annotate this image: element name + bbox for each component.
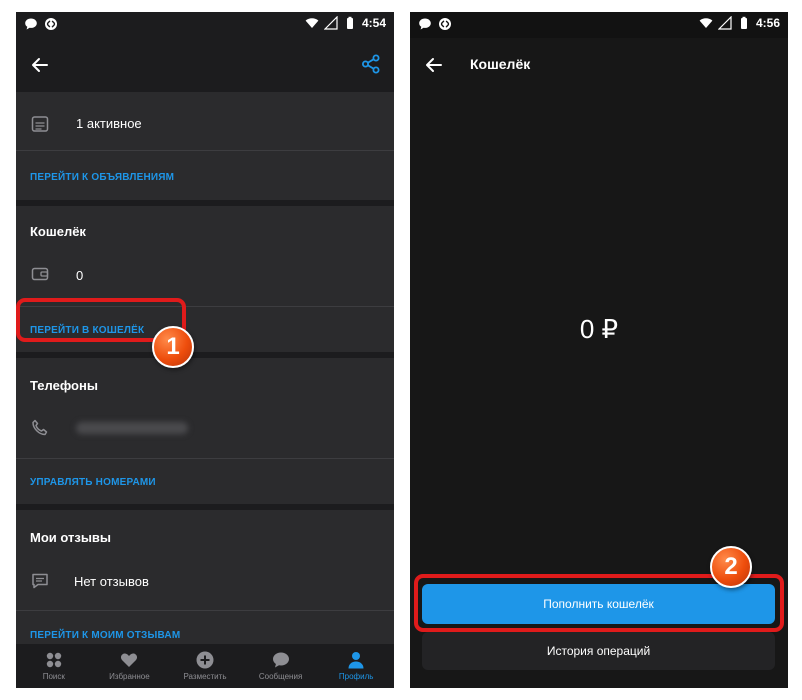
phones-card: Телефоны УПРАВЛЯТЬ НОМЕРАМИ bbox=[16, 358, 394, 504]
shazam-icon bbox=[439, 18, 451, 30]
reviews-value: Нет отзывов bbox=[74, 574, 149, 589]
wallet-balance: 0 ₽ bbox=[579, 314, 619, 344]
signal-icon bbox=[323, 16, 338, 30]
profile-screen: 4:54 1 активное ПЕРЕЙТИ К ОБЪЯВЛЕНИЯМ Ко… bbox=[16, 12, 394, 688]
chat-bubble-icon bbox=[25, 18, 37, 30]
reviews-card: Мои отзывы Нет отзывов ПЕРЕЙТИ К МОИМ ОТ… bbox=[16, 510, 394, 644]
chat-bubble-icon bbox=[419, 18, 431, 30]
callout-step-2: 2 bbox=[710, 546, 752, 588]
status-time: 4:54 bbox=[361, 16, 386, 30]
nav-favorites[interactable]: Избранное bbox=[92, 644, 168, 688]
plus-icon bbox=[196, 651, 214, 669]
status-bar: 4:56 bbox=[410, 12, 788, 38]
nav-label: Поиск bbox=[42, 672, 65, 681]
ads-card: 1 активное ПЕРЕЙТИ К ОБЪЯВЛЕНИЯМ bbox=[16, 94, 394, 200]
comment-icon bbox=[32, 573, 48, 589]
page-title: Кошелёк bbox=[470, 56, 531, 72]
status-bar: 4:54 bbox=[16, 12, 394, 38]
arrow-left-icon[interactable] bbox=[424, 55, 444, 75]
wallet-value: 0 bbox=[76, 268, 84, 283]
nav-label: Сообщения bbox=[258, 672, 303, 681]
share-icon[interactable] bbox=[360, 53, 382, 75]
manage-numbers-link[interactable]: УПРАВЛЯТЬ НОМЕРАМИ bbox=[30, 477, 156, 488]
phone-icon bbox=[32, 419, 48, 436]
nav-label: Избранное bbox=[109, 672, 150, 681]
reviews-title: Мои отзывы bbox=[30, 530, 112, 545]
nav-post[interactable]: Разместить bbox=[167, 644, 243, 688]
nav-label: Профиль bbox=[338, 672, 374, 681]
message-icon bbox=[272, 652, 289, 668]
person-icon bbox=[348, 652, 364, 669]
arrow-left-icon[interactable] bbox=[30, 55, 50, 75]
wifi-icon bbox=[699, 18, 713, 28]
nav-messages[interactable]: Сообщения bbox=[243, 644, 319, 688]
nav-profile[interactable]: Профиль bbox=[318, 644, 394, 688]
nav-label: Разместить bbox=[183, 672, 227, 681]
ads-icon bbox=[31, 116, 49, 132]
signal-icon bbox=[717, 16, 732, 30]
ads-count: 1 активное bbox=[76, 116, 142, 131]
nav-search[interactable]: Поиск bbox=[16, 644, 92, 688]
wifi-icon bbox=[305, 18, 319, 28]
go-to-ads-link[interactable]: ПЕРЕЙТИ К ОБЪЯВЛЕНИЯМ bbox=[30, 172, 174, 183]
go-to-reviews-link[interactable]: ПЕРЕЙТИ К МОИМ ОТЗЫВАМ bbox=[30, 630, 180, 641]
blurred-phone-number bbox=[76, 422, 188, 434]
status-time: 4:56 bbox=[755, 16, 780, 30]
callout-step-1: 1 bbox=[152, 326, 194, 368]
operations-history-button[interactable]: История операций bbox=[422, 632, 775, 670]
battery-icon bbox=[346, 16, 353, 29]
wallet-icon bbox=[31, 267, 49, 281]
app-bar: Кошелёк bbox=[410, 38, 788, 92]
battery-icon bbox=[740, 16, 747, 29]
shazam-icon bbox=[45, 18, 57, 30]
wallet-title: Кошелёк bbox=[30, 224, 86, 239]
search-icon bbox=[46, 652, 61, 668]
heart-icon bbox=[121, 653, 138, 667]
app-bar bbox=[16, 38, 394, 92]
phones-title: Телефоны bbox=[30, 378, 98, 393]
bottom-navigation: Поиск Избранное Разместить Сообщения Про… bbox=[16, 644, 394, 688]
